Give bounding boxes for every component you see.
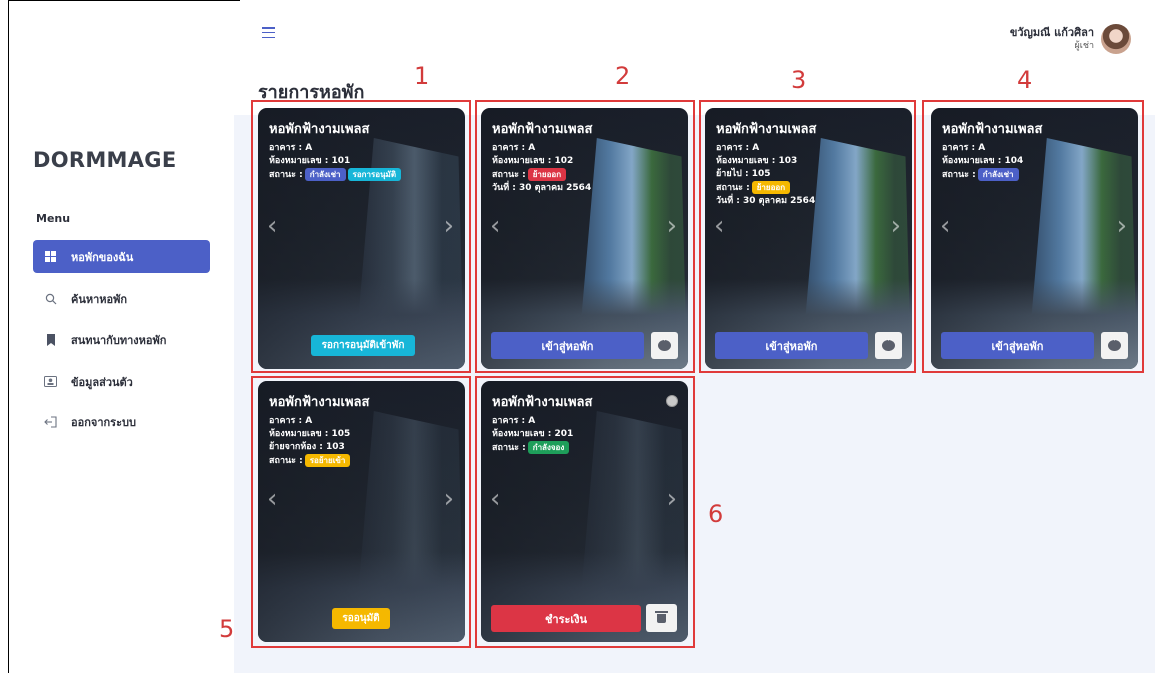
- annotation-number-3: 3: [791, 66, 807, 94]
- sidebar-item-label: สนทนากับทางหอพัก: [71, 333, 167, 347]
- room-line: ห้องหมายเลข : 103: [716, 156, 798, 166]
- sidebar-item-chat-dorm[interactable]: สนทนากับทางหอพัก: [33, 323, 210, 356]
- status-label: สถานะ :: [942, 170, 976, 180]
- enter-dorm-button[interactable]: เข้าสู่หอพัก: [491, 332, 644, 359]
- building-line: อาคาร : A: [942, 143, 986, 153]
- brand-logo-text: DORMMAGE: [33, 148, 177, 172]
- menu-heading: Menu: [36, 212, 71, 225]
- building-line: อาคาร : A: [269, 143, 313, 153]
- next-arrow-icon[interactable]: ›: [444, 211, 454, 241]
- trash-icon[interactable]: [646, 604, 677, 632]
- status-label: สถานะ :: [269, 456, 303, 466]
- annotation-number-2: 2: [615, 62, 631, 90]
- awaiting-approval-button[interactable]: รออนุมัติ: [332, 608, 390, 629]
- room-line: ห้องหมายเลข : 101: [269, 156, 351, 166]
- status-badge: ย้ายออก: [527, 168, 567, 181]
- date-line: วันที่ : 30 ตุลาคม 2564: [716, 196, 816, 206]
- prev-arrow-icon[interactable]: ‹: [940, 211, 950, 241]
- next-arrow-icon[interactable]: ›: [891, 211, 901, 241]
- chat-icon[interactable]: [1101, 332, 1128, 359]
- search-icon: [44, 292, 57, 305]
- status-badge: กำลังเช่า: [977, 168, 1019, 181]
- prev-arrow-icon[interactable]: ‹: [490, 211, 500, 241]
- building-line: อาคาร : A: [269, 416, 313, 426]
- sidebar-item-logout[interactable]: ออกจากระบบ: [33, 405, 210, 438]
- dorm-name: หอพักฟ้างามเพลส: [269, 395, 370, 410]
- prev-arrow-icon[interactable]: ‹: [490, 484, 500, 514]
- sidebar-item-search-dorm[interactable]: ค้นหาหอพัก: [33, 282, 210, 315]
- sidebar-item-label: หอพักของฉัน: [71, 250, 134, 264]
- annotation-number-5: 5: [219, 615, 235, 643]
- status-badge: ย้ายออก: [751, 181, 791, 194]
- date-line: วันที่ : 30 ตุลาคม 2564: [492, 183, 592, 193]
- logout-icon: [44, 415, 57, 428]
- room-line: ห้องหมายเลข : 105: [269, 429, 351, 439]
- sidebar-item-label: ค้นหาหอพัก: [71, 292, 128, 306]
- building-line: อาคาร : A: [492, 416, 536, 426]
- annotation-number-1: 1: [414, 62, 430, 90]
- dorm-name: หอพักฟ้างามเพลส: [716, 122, 817, 137]
- chat-icon[interactable]: [875, 332, 902, 359]
- room-line: ห้องหมายเลข : 201: [492, 429, 574, 439]
- prev-arrow-icon[interactable]: ‹: [267, 211, 277, 241]
- status-badge: กำลังเช่า: [304, 168, 346, 181]
- prev-arrow-icon[interactable]: ‹: [714, 211, 724, 241]
- building-line: อาคาร : A: [716, 143, 760, 153]
- sidebar-item-label: ออกจากระบบ: [71, 415, 136, 429]
- next-arrow-icon[interactable]: ›: [667, 484, 677, 514]
- dorm-name: หอพักฟ้างามเพลส: [942, 122, 1043, 137]
- status-label: สถานะ :: [492, 170, 526, 180]
- room-line: ห้องหมายเลข : 104: [942, 156, 1024, 166]
- next-arrow-icon[interactable]: ›: [1117, 211, 1127, 241]
- enter-dorm-button[interactable]: เข้าสู่หอพัก: [715, 332, 868, 359]
- avatar[interactable]: [1101, 24, 1131, 54]
- hamburger-menu-icon[interactable]: [262, 27, 275, 38]
- dorm-name: หอพักฟ้างามเพลส: [492, 122, 593, 137]
- prev-arrow-icon[interactable]: ‹: [267, 484, 277, 514]
- annotation-number-4: 4: [1017, 66, 1033, 94]
- select-radio[interactable]: [666, 395, 678, 407]
- dorm-name: หอพักฟ้างามเพลส: [269, 122, 370, 137]
- sidebar-item-label: ข้อมูลส่วนตัว: [71, 375, 133, 389]
- status-label: สถานะ :: [716, 183, 750, 193]
- room-line: ห้องหมายเลข : 102: [492, 156, 574, 166]
- building-line: อาคาร : A: [492, 143, 536, 153]
- bookmark-icon: [44, 333, 57, 346]
- next-arrow-icon[interactable]: ›: [667, 211, 677, 241]
- enter-dorm-button[interactable]: เข้าสู่หอพัก: [941, 332, 1094, 359]
- id-card-icon: [44, 375, 57, 388]
- status-label: สถานะ :: [492, 443, 526, 453]
- grid-icon: [44, 250, 57, 263]
- status-label: สถานะ :: [269, 170, 303, 180]
- sidebar-item-profile[interactable]: ข้อมูลส่วนตัว: [33, 365, 210, 398]
- dorm-name: หอพักฟ้างามเพลส: [492, 395, 593, 410]
- pending-approval-button[interactable]: รอการอนุมัติเข้าพัก: [311, 335, 415, 356]
- move-from-line: ย้ายจากห้อง : 103: [269, 442, 345, 452]
- next-arrow-icon[interactable]: ›: [444, 484, 454, 514]
- sidebar-item-my-dorm[interactable]: หอพักของฉัน: [33, 240, 210, 273]
- pay-button[interactable]: ชำระเงิน: [491, 605, 641, 632]
- status-badge: รอการอนุมัติ: [347, 168, 402, 181]
- annotation-number-6: 6: [708, 500, 724, 528]
- move-to-line: ย้ายไป : 105: [716, 169, 771, 179]
- chat-icon[interactable]: [651, 332, 678, 359]
- status-badge: กำลังจอง: [527, 441, 570, 454]
- user-role: ผู้เช่า: [1074, 41, 1094, 51]
- status-badge: รอย้ายเข้า: [304, 454, 351, 467]
